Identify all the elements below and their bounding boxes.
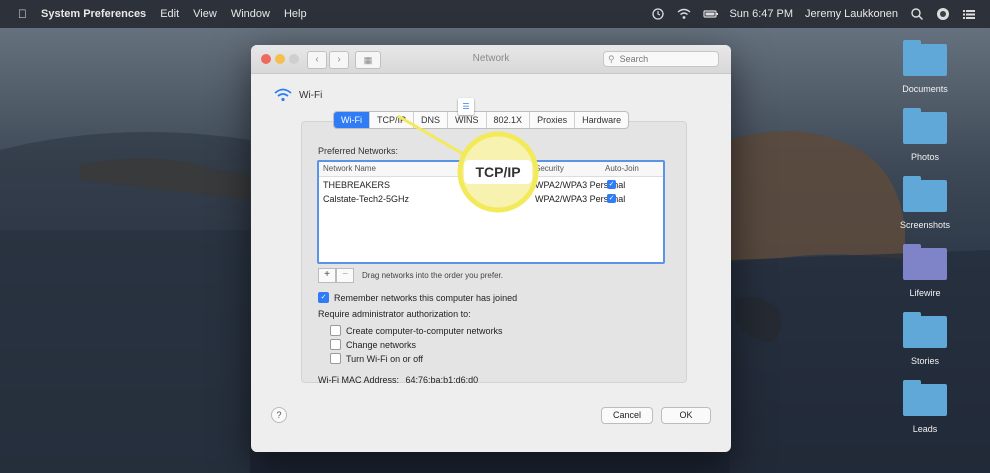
change-networks-label: Change networks — [346, 339, 417, 350]
network-name: Calstate-Tech2-5GHz — [323, 194, 410, 204]
wifi-icon — [274, 88, 292, 102]
spotlight-search-icon[interactable] — [910, 7, 924, 21]
auth-option-turn-wifi[interactable]: Turn Wi-Fi on or off — [330, 353, 423, 364]
folder-icon — [903, 176, 947, 212]
desktop-folder-label: Screenshots — [899, 220, 951, 230]
column-auto-join[interactable]: Auto-Join — [605, 164, 639, 173]
folder-icon — [903, 244, 947, 280]
column-network-name[interactable]: Network Name — [323, 164, 376, 173]
add-network-button[interactable]: + — [318, 268, 336, 283]
folder-icon — [903, 380, 947, 416]
remember-networks-option[interactable]: ✓ Remember networks this computer has jo… — [318, 292, 517, 303]
change-networks-checkbox[interactable] — [330, 339, 341, 350]
desktop-folder-leads[interactable]: Leads — [890, 380, 960, 434]
mac-address-label: Wi-Fi MAC Address: — [318, 375, 400, 385]
remove-network-button[interactable]: − — [336, 268, 354, 283]
mac-address-row: Wi-Fi MAC Address: 64:76:ba:b1:d6:d0 — [318, 375, 478, 385]
menu-app-name[interactable]: System Preferences — [41, 8, 146, 20]
tab-dns[interactable]: DNS — [414, 112, 449, 128]
desktop-folder-label: Lifewire — [909, 288, 941, 298]
list-controls: + − Drag networks into the order you pre… — [318, 268, 503, 283]
require-auth-label: Require administrator authorization to: — [318, 309, 471, 319]
siri-icon[interactable] — [936, 7, 950, 21]
menu-help[interactable]: Help — [284, 8, 307, 20]
desktop-folder-label: Photos — [910, 152, 940, 162]
desktop-folder-label: Leads — [912, 424, 938, 434]
document-icon: ☰ — [458, 98, 474, 115]
interface-header: Wi-Fi — [273, 87, 322, 103]
menu-user[interactable]: Jeremy Laukkonen — [805, 8, 898, 20]
create-networks-checkbox[interactable] — [330, 325, 341, 336]
network-preferences-window: ‹ › ▦ Network ⚲ Wi-Fi Wi-Fi TCP/IP DNS W… — [251, 45, 731, 452]
desktop-folder-screenshots[interactable]: Screenshots — [890, 176, 960, 230]
auth-option-create-networks[interactable]: Create computer-to-computer networks — [330, 325, 503, 336]
search-icon: ⚲ — [608, 53, 615, 64]
drag-hint-text: Drag networks into the order you prefer. — [362, 271, 503, 280]
menu-bar:  System Preferences Edit View Window He… — [0, 0, 990, 28]
remember-networks-checkbox[interactable]: ✓ — [318, 292, 329, 303]
tab-802-1x[interactable]: 802.1X — [487, 112, 531, 128]
wifi-status-icon[interactable] — [677, 7, 691, 21]
menu-clock[interactable]: Sun 6:47 PM — [729, 8, 793, 20]
folder-icon — [903, 108, 947, 144]
desktop-folder-photos[interactable]: Photos — [890, 108, 960, 162]
cancel-button[interactable]: Cancel — [601, 407, 653, 424]
folder-icon — [903, 312, 947, 348]
network-row[interactable]: Calstate-Tech2-5GHz WPA2/WPA3 Personal ✓ — [319, 192, 663, 206]
search-field[interactable]: ⚲ — [603, 51, 719, 67]
desktop-folder-label: Documents — [902, 84, 948, 94]
settings-tabs: Wi-Fi TCP/IP DNS WINS 802.1X Proxies Har… — [333, 111, 630, 129]
tab-wifi[interactable]: Wi-Fi — [334, 112, 370, 128]
remember-networks-label: Remember networks this computer has join… — [334, 292, 518, 303]
folder-icon — [903, 40, 947, 76]
ok-button[interactable]: OK — [661, 407, 711, 424]
menu-view[interactable]: View — [193, 8, 217, 20]
auto-join-checkbox[interactable]: ✓ — [607, 180, 616, 189]
turn-wifi-checkbox[interactable] — [330, 353, 341, 364]
window-titlebar: ‹ › ▦ Network ⚲ — [251, 45, 731, 74]
menu-window[interactable]: Window — [231, 8, 270, 20]
preferred-networks-label: Preferred Networks: — [318, 146, 399, 156]
mac-address-value: 64:76:ba:b1:d6:d0 — [405, 375, 479, 385]
tab-tcp-ip[interactable]: TCP/IP — [370, 112, 415, 128]
desktop-folder-label: Stories — [910, 356, 939, 366]
tab-proxies[interactable]: Proxies — [530, 112, 576, 128]
create-networks-label: Create computer-to-computer networks — [346, 325, 503, 336]
network-name: THEBREAKERS — [323, 180, 391, 190]
help-button[interactable]: ? — [271, 407, 287, 423]
search-input[interactable] — [617, 53, 712, 65]
desktop-folder-lifewire[interactable]: Lifewire — [890, 244, 960, 298]
time-machine-icon[interactable] — [651, 7, 665, 21]
auto-join-checkbox[interactable]: ✓ — [607, 194, 616, 203]
notification-center-icon[interactable] — [962, 7, 976, 21]
auth-option-change-networks[interactable]: Change networks — [330, 339, 416, 350]
tcp-ip-callout-label: TCP/IP — [464, 160, 532, 184]
column-security[interactable]: Security — [535, 164, 564, 173]
apple-icon[interactable]:  — [18, 7, 27, 21]
desktop-folder-documents[interactable]: Documents — [890, 40, 960, 94]
interface-name: Wi-Fi — [299, 89, 323, 101]
battery-icon[interactable] — [703, 7, 719, 21]
turn-wifi-label: Turn Wi-Fi on or off — [346, 353, 424, 364]
menu-edit[interactable]: Edit — [160, 8, 179, 20]
desktop-folder-stories[interactable]: Stories — [890, 312, 960, 366]
tab-hardware[interactable]: Hardware — [575, 112, 628, 128]
